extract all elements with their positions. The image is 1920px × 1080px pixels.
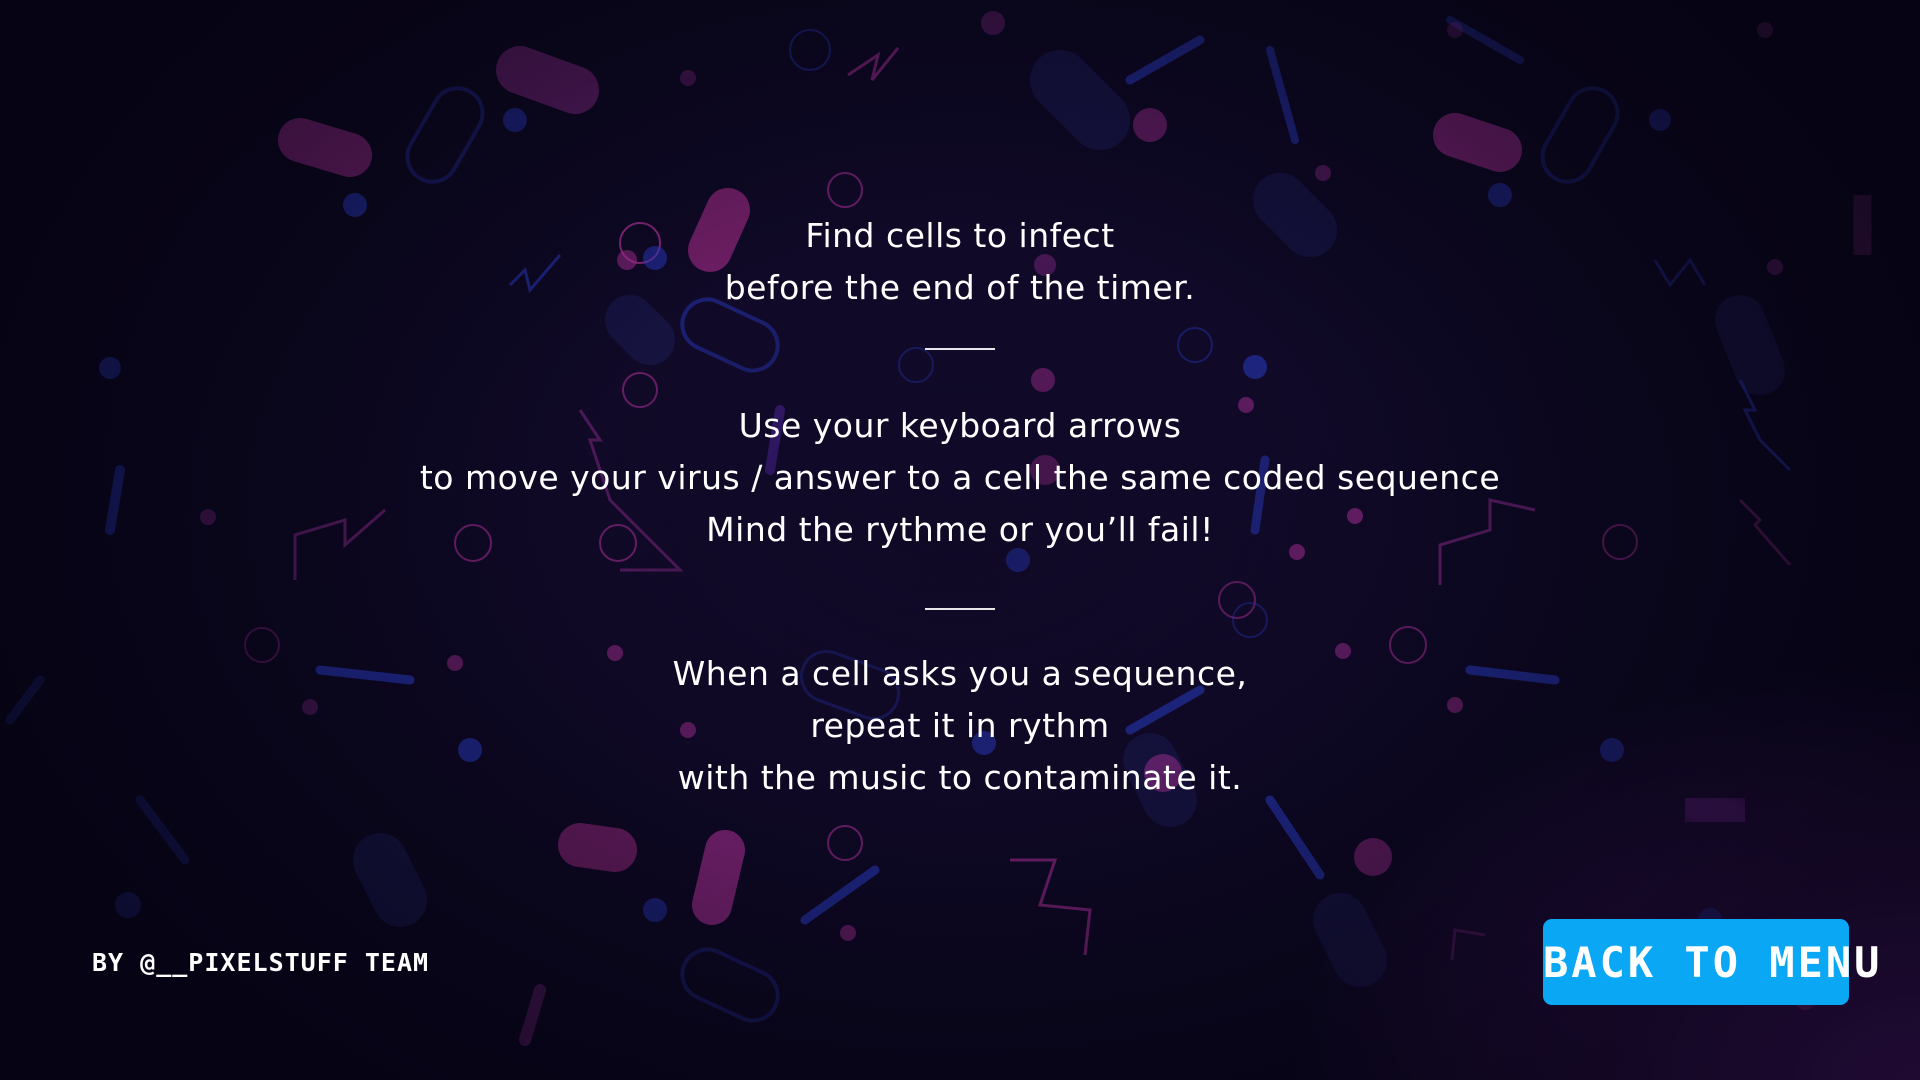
section-divider — [925, 348, 995, 350]
instruction-line: Use your keyboard arrows — [738, 406, 1182, 445]
team-credit: BY @__PIXELSTUFF TEAM — [92, 948, 430, 977]
instruction-line: before the end of the timer. — [724, 268, 1196, 307]
instruction-line: repeat it in rythm — [810, 706, 1110, 745]
instruction-line: with the music to contaminate it. — [677, 758, 1243, 797]
instruction-line: When a cell asks you a sequence, — [672, 654, 1248, 693]
game-instructions-screen: Find cells to infect before the end of t… — [0, 0, 1920, 1080]
instruction-line: Find cells to infect — [805, 216, 1115, 255]
back-to-menu-button[interactable]: BACK TO MENU — [1543, 919, 1879, 1005]
section-divider — [925, 608, 995, 610]
instructions-section-sequence: When a cell asks you a sequence, repeat … — [360, 648, 1560, 804]
instructions-section-objective: Find cells to infect before the end of t… — [360, 210, 1560, 314]
instructions-text: Find cells to infect before the end of t… — [360, 210, 1560, 804]
instruction-line: to move your virus / answer to a cell th… — [419, 458, 1501, 497]
instructions-section-controls: Use your keyboard arrows to move your vi… — [360, 400, 1560, 556]
instruction-line: Mind the rythme or you’ll fail! — [706, 510, 1214, 549]
